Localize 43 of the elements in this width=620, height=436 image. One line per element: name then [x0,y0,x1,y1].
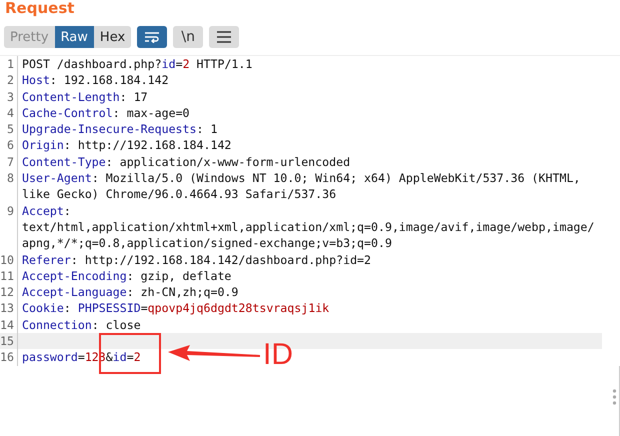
code-text: Upgrade-Insecure-Requests: 1 [22,122,218,136]
code-text: Cache-Control: max-age=0 [22,106,190,120]
code-text: User-Agent: Mozilla/5.0 (Windows NT 10.0; Win64; x64) AppleWebKit/537.36 (KHTML, [22,171,580,186]
line-number: 1 [0,56,18,72]
line-number: 8 [0,170,18,203]
view-tab[interactable]: Raw [54,26,94,48]
line-number: 9 [0,202,18,252]
line-number: 6 [0,137,18,154]
line-number: 7 [0,154,18,170]
code-text: Referer: http://192.168.184.142/dashboard.php?id=2 [22,252,372,267]
line-number: 15 [0,333,18,350]
scrollbar-icon [612,388,617,406]
code-text: Content-Length: 17 [22,90,148,104]
line-number: 16 [0,349,18,366]
code-text: Connection: close [22,318,141,332]
line-number: 13 [0,300,18,317]
newline-button[interactable]: \n [173,26,204,48]
code-text: text/html,application/xhtml+xml,application/xml;q=0.9,image/avif,image/webp,image/ [22,220,594,234]
code-text: Accept-Language: zh-CN,zh;q=0.9 [22,285,238,300]
menu-button[interactable] [209,26,240,48]
line-number: 2 [0,72,18,89]
code-text: apng,*/*;q=0.8,application/signed-exchange;v=b3;q=0.9 [22,236,392,250]
line-number: 11 [0,268,18,284]
panel-title: Request [4,0,76,19]
wrap-icon [144,31,160,43]
code-text: Accept: [22,204,71,218]
wrap-button[interactable] [137,26,168,48]
code-text: Origin: http://192.168.184.142 [22,138,232,152]
line-number: 12 [0,284,18,300]
code-text: Host: 192.168.184.142 [22,73,169,88]
line-number: 4 [0,104,18,122]
code-text: like Gecko) Chrome/96.0.4664.93 Safari/537.36 [22,187,336,202]
code-text: Accept-Encoding: gzip, deflate [22,268,232,283]
line-number: 10 [0,252,18,268]
code-text: Cookie: PHPSESSID=qpovp4jq6dgdt28tsvraqsj1ik [22,301,330,316]
line-number: 3 [0,88,18,105]
view-tab[interactable]: Hex [94,26,132,48]
code-text: POST /dashboard.php?id=2 HTTP/1.1 [22,57,252,71]
line-number: 5 [0,121,18,138]
annotation-label: ID [263,338,293,372]
menu-icon [216,31,232,43]
arrow-icon [168,345,260,361]
code-text: Content-Type: application/x-www-form-urlencoded [22,154,350,169]
